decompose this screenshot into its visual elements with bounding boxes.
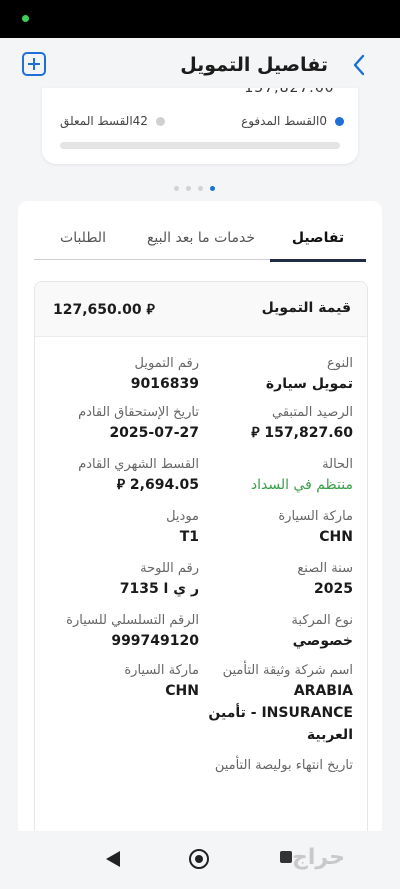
paid-dot-icon: [335, 116, 344, 126]
installments-summary-card[interactable]: 157,827.60 ‏ 0القسط المدفوع 42القسط المع…: [42, 88, 358, 164]
system-nav-bar: حراج: [0, 831, 400, 889]
plate-field: رقم اللوحة ر ي ا 7135: [51, 560, 199, 600]
status-label: الحالة: [322, 457, 353, 472]
nav-home-icon[interactable]: [189, 849, 209, 869]
plate-value: ر ي ا 7135: [119, 581, 199, 597]
status-field: الحالة منتظم في السداد: [205, 456, 353, 496]
paid-installments: 0القسط المدفوع: [241, 114, 344, 128]
year-field: سنة الصنع 2025: [205, 560, 353, 600]
financing-number-label: رقم التمويل: [134, 356, 199, 371]
year-value: 2025: [314, 581, 353, 597]
details-panel: تفاصيل خدمات ما بعد البيع الطلبات قيمة ا…: [18, 201, 382, 831]
year-label: سنة الصنع: [297, 561, 353, 576]
car-brand-2-label: ماركة السيارة: [124, 663, 199, 678]
car-brand-field: ماركة السيارة CHN: [205, 508, 353, 548]
car-brand-2-field: ماركة السيارة CHN: [51, 662, 199, 702]
status-value: منتظم في السداد: [250, 477, 353, 493]
financing-value: 127,650.00 ⃁: [53, 302, 155, 318]
pager-dot-active[interactable]: [210, 186, 215, 191]
serial-label: الرقم التسلسلي للسيارة: [66, 613, 199, 628]
installment-label: القسط الشهري القادم: [78, 457, 199, 472]
notification-dot-icon: [22, 15, 29, 22]
car-brand-value: CHN: [319, 529, 353, 545]
vehicle-type-label: نوع المركبة: [291, 613, 353, 628]
policy-end-field: تاريخ انتهاء بوليصة التأمين: [205, 757, 353, 775]
policy-end-label: تاريخ انتهاء بوليصة التأمين: [214, 758, 353, 773]
insurer-field: اسم شركة وثيقة التأمين ARABIA INSURANCE …: [205, 662, 353, 746]
serial-field: الرقم التسلسلي للسيارة 999749120: [51, 612, 199, 652]
paid-label: 0القسط المدفوع: [241, 114, 327, 128]
financing-value-label: قيمة التمويل: [261, 300, 351, 316]
due-date-value: 2025-07-27: [109, 425, 199, 441]
financing-number-field: رقم التمويل 9016839: [51, 355, 199, 395]
tab-after-sales[interactable]: خدمات ما بعد البيع: [132, 217, 270, 259]
installment-field: القسط الشهري القادم 2,694.05 ⃁: [51, 456, 199, 496]
type-field: النوع تمويل سيارة: [205, 355, 353, 395]
model-value: T1: [179, 529, 199, 545]
status-bar: [0, 0, 400, 38]
pager-dot[interactable]: [174, 186, 179, 191]
back-chevron-icon[interactable]: [348, 52, 372, 78]
financing-value-row: قيمة التمويل 127,650.00 ⃁: [35, 282, 367, 337]
pending-label: 42القسط المعلق: [60, 114, 148, 128]
pending-dot-icon: [155, 116, 165, 126]
type-value: تمويل سيارة: [265, 376, 353, 392]
balance-label: الرصيد المتبقي: [271, 405, 353, 420]
pending-installments: 42القسط المعلق: [60, 114, 165, 128]
plate-label: رقم اللوحة: [140, 561, 199, 576]
due-date-label: تاريخ الإستحقاق القادم: [78, 405, 199, 420]
vehicle-type-value: خصوصي: [292, 633, 353, 649]
insurer-label: اسم شركة وثيقة التأمين: [222, 663, 353, 678]
serial-value: 999749120: [111, 633, 199, 649]
due-date-field: تاريخ الإستحقاق القادم 2025-07-27: [51, 404, 199, 444]
watermark-logo: حراج: [292, 845, 345, 870]
vehicle-type-field: نوع المركبة خصوصي: [205, 612, 353, 652]
car-brand-label: ماركة السيارة: [278, 509, 353, 524]
tab-requests[interactable]: الطلبات: [34, 217, 132, 259]
page-title: تفاصيل التمويل: [180, 54, 328, 76]
installment-value: 2,694.05 ⃁: [116, 477, 199, 493]
balance-value: 157,827.60 ⃁: [251, 425, 353, 441]
pager-dot[interactable]: [198, 186, 203, 191]
tab-bar: تفاصيل خدمات ما بعد البيع الطلبات: [34, 217, 366, 262]
nav-back-icon[interactable]: [106, 851, 120, 867]
tab-details[interactable]: تفاصيل: [270, 217, 366, 262]
type-label: النوع: [327, 356, 353, 371]
add-icon[interactable]: [22, 52, 46, 76]
remaining-amount-text: 157,827.60 ‏: [244, 88, 339, 96]
pager-dot[interactable]: [186, 186, 191, 191]
installments-progress-bar: [60, 142, 340, 149]
financing-details-box: قيمة التمويل 127,650.00 ⃁ النوع تمويل سي…: [34, 281, 368, 831]
carousel-pager: [174, 186, 215, 191]
car-brand-2-value: CHN: [165, 683, 199, 699]
nav-recents-icon[interactable]: [280, 851, 292, 863]
balance-field: الرصيد المتبقي 157,827.60 ⃁: [205, 404, 353, 444]
model-field: موديل T1: [51, 508, 199, 548]
model-label: موديل: [166, 509, 199, 524]
insurer-value: ARABIA INSURANCE - تأمين العربية: [208, 683, 353, 743]
financing-number-value: 9016839: [130, 376, 199, 392]
